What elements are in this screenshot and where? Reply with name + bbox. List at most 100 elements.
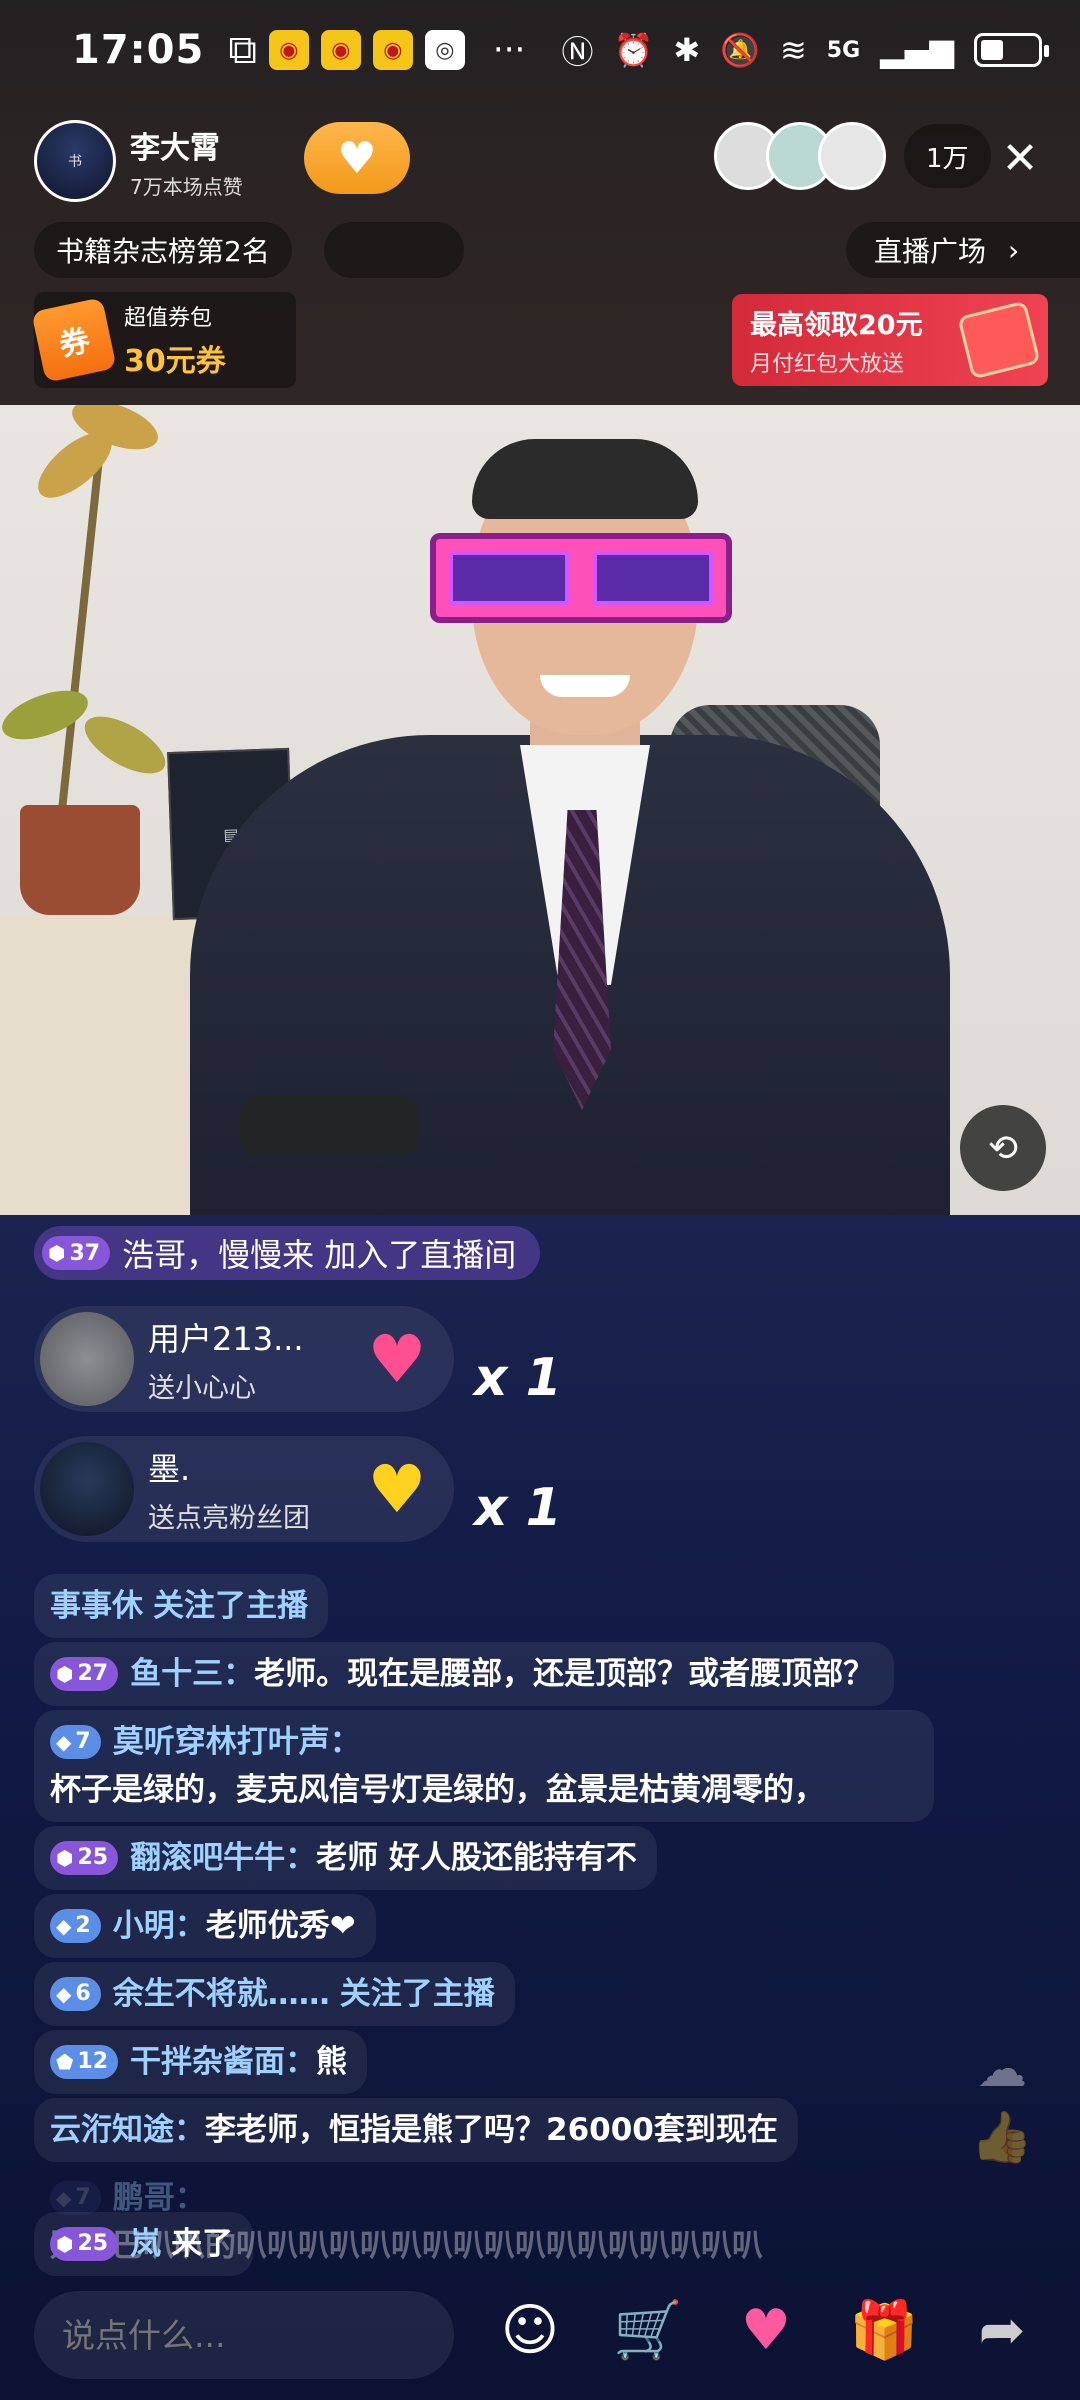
chat-message[interactable]: 事事休 关注了主播 — [34, 1574, 328, 1638]
nfc-icon: Ⓝ — [561, 33, 594, 71]
thumbs-up-icon: 👍 — [970, 2108, 1034, 2166]
gift-notification: 墨. 送点亮粉丝团 ♥ — [34, 1436, 454, 1542]
chat-message[interactable]: 云洐知途： 李老师，恒指是熊了吗？26000套到现在 — [34, 2098, 798, 2162]
live-video[interactable]: ▤ ⟲ — [0, 405, 1080, 1215]
chat-text: 老师。现在是腰部，还是顶部？或者腰顶部？ — [254, 1656, 875, 1692]
chat-message[interactable]: ⬢ 25 岚 来了 — [34, 2212, 254, 2276]
rank-badge-secondary[interactable] — [324, 222, 464, 278]
chat-username: 干拌杂酱面： — [130, 2044, 317, 2080]
chat-text: 关注了主播 — [153, 1588, 308, 1624]
red-packet-subtitle: 月付红包大放送 — [750, 351, 905, 377]
chat-text: 老师 好人股还能持有不 — [316, 1840, 637, 1876]
chevron-right-icon: › — [1008, 233, 1020, 267]
cloud-icon: ☁ — [977, 2040, 1027, 2098]
chat-username: 莫听穿林打叶声： — [112, 1724, 361, 1760]
chat-username: 事事休 — [50, 1588, 143, 1624]
chat-text: 关注了主播 — [339, 1976, 495, 2012]
host-profile[interactable]: 书 李大霄 7万本场点赞 — [34, 118, 243, 204]
chat-message[interactable]: ◆ 2 小明： 老师优秀❤ — [34, 1894, 376, 1958]
mute-icon: 🔕 — [720, 31, 760, 69]
status-time: 17:05 — [72, 27, 205, 73]
follow-button[interactable]: ♥ — [304, 122, 410, 194]
close-icon[interactable]: ✕ — [990, 128, 1050, 188]
level-badge: ⬢ 27 — [50, 1657, 119, 1691]
level-badge: ◆ 6 — [50, 1977, 101, 2011]
live-plaza-label: 直播广场 — [874, 235, 987, 268]
weibo-icon: ◉ — [320, 30, 361, 70]
host-avatar[interactable]: 书 — [34, 120, 116, 202]
coupon-icon: 券 — [31, 297, 117, 383]
chat-text: 李老师，恒指是熊了吗？26000套到现在 — [205, 2112, 778, 2148]
chat-message[interactable]: ⬢ 27 鱼十三： 老师。现在是腰部，还是顶部？或者腰顶部？ — [34, 1642, 895, 1706]
chat-text: 熊 — [316, 2044, 348, 2080]
host-name: 李大霄 — [130, 130, 220, 166]
emoji-icon[interactable]: ☺ — [490, 2290, 570, 2370]
rank-badge[interactable]: 书籍杂志榜第2名 — [34, 222, 292, 278]
status-right: Ⓝ ⏰ ✱ 🔕 ≋ 5G ▂▄▆ — [561, 27, 1049, 73]
app-notification-icon: ◎ — [424, 30, 465, 70]
gift-count: x 1 — [474, 1478, 562, 1538]
floating-effects: ☁ 👍 — [962, 2040, 1042, 2220]
chat-username: 鱼十三： — [130, 1656, 255, 1692]
host-likes: 7万本场点赞 — [130, 174, 243, 199]
avatar[interactable] — [40, 1442, 134, 1536]
coupon-value: 30元券 — [124, 344, 226, 379]
share-icon[interactable]: ➦ — [962, 2290, 1042, 2370]
chat-message[interactable]: ⬟ 12 干拌杂酱面： 熊 — [34, 2030, 368, 2094]
coupon-title: 超值券包 — [124, 306, 213, 331]
gift-icon[interactable]: 🎁 — [844, 2290, 924, 2370]
red-packet-title: 最高领取20元 — [750, 309, 923, 341]
weibo-icon: ◉ — [372, 30, 413, 70]
pixel-glasses-effect — [430, 533, 732, 623]
avatar[interactable] — [818, 122, 886, 190]
level-badge: ◆ 7 — [50, 2181, 101, 2215]
status-bar: 17:05 ⧉ ◉ ◉ ◉ ◎ ··· Ⓝ ⏰ ✱ 🔕 ≋ 5G ▂▄▆ — [0, 0, 1080, 100]
avatar[interactable] — [40, 1312, 134, 1406]
gift-notification: 用户213... 送小心心 ♥ — [34, 1306, 454, 1412]
gift-sender: 用户213... — [148, 1319, 304, 1358]
red-packet-banner[interactable]: 最高领取20元 月付红包大放送 — [732, 294, 1048, 386]
level-badge: ⬢ 37 — [42, 1236, 111, 1270]
gift-description: 送点亮粉丝团 — [148, 1502, 310, 1534]
wifi-icon: ≋ — [779, 31, 807, 69]
chat-message[interactable]: ◆ 7 莫听穿林打叶声： 杯子是绿的，麦克风信号灯是绿的，盆景是枯黄凋零的， — [34, 1710, 934, 1822]
signal-icon: ▂▄▆ — [880, 31, 954, 69]
host-info: 李大霄 7万本场点赞 — [130, 123, 243, 200]
chat-username: 小明： — [112, 1908, 206, 1944]
level-badge: ◆ 2 — [50, 1909, 101, 1943]
comment-input[interactable] — [34, 2291, 454, 2379]
viewer-count[interactable]: 1万 — [904, 124, 991, 188]
signal-label: 5G — [826, 37, 861, 63]
chat-text: 来了 — [171, 2226, 234, 2262]
coupon-info: 超值券包 30元券 — [124, 300, 226, 380]
level-badge: ◆ 7 — [50, 1725, 101, 1759]
join-banner: ⬢ 37 浩哥，慢慢来 加入了直播间 — [34, 1226, 541, 1280]
weibo-icon: ◉ — [268, 30, 309, 70]
gift-count: x 1 — [474, 1348, 562, 1408]
alarm-icon: ⏰ — [613, 31, 654, 69]
red-packet-info: 最高领取20元 月付红包大放送 — [750, 303, 923, 378]
chat-username: 翻滚吧牛牛： — [130, 1840, 317, 1876]
level-badge: ⬢ 25 — [50, 1841, 119, 1875]
chat-username: 余生不将就…… — [112, 1976, 330, 2012]
coupon-pack[interactable]: 券 超值券包 30元券 — [31, 292, 296, 388]
chat-message[interactable]: ⬢ 25 翻滚吧牛牛： 老师 好人股还能持有不 — [34, 1826, 657, 1890]
heart-gift-icon[interactable]: ♥ — [726, 2290, 806, 2370]
gold-heart-icon: ♥ — [367, 1450, 427, 1528]
bluetooth-icon: ✱ — [673, 31, 701, 69]
chat-text: 杯子是绿的，麦克风信号灯是绿的，盆景是枯黄凋零的， — [50, 1772, 825, 1808]
join-text: 浩哥，慢慢来 加入了直播间 — [122, 1236, 517, 1274]
heart-plus-icon: ♥ — [337, 132, 377, 184]
pink-heart-icon: ♥ — [367, 1320, 427, 1398]
shopping-cart-icon[interactable]: 🛒 — [608, 2290, 688, 2370]
chat-text: 老师优秀❤ — [205, 1908, 356, 1944]
level-badge: ⬟ 12 — [50, 2045, 119, 2079]
gift-description: 送小心心 — [148, 1372, 256, 1404]
live-plaza-button[interactable]: 直播广场 › — [846, 222, 1080, 278]
more-notifications-icon: ··· — [492, 30, 526, 70]
chat-username: 云洐知途： — [50, 2112, 205, 2148]
rotate-screen-icon[interactable]: ⟲ — [960, 1105, 1046, 1191]
top-viewers[interactable] — [714, 122, 886, 190]
vpn-icon: ⧉ — [228, 27, 257, 73]
chat-message[interactable]: ◆ 6 余生不将就…… 关注了主播 — [34, 1962, 515, 2026]
